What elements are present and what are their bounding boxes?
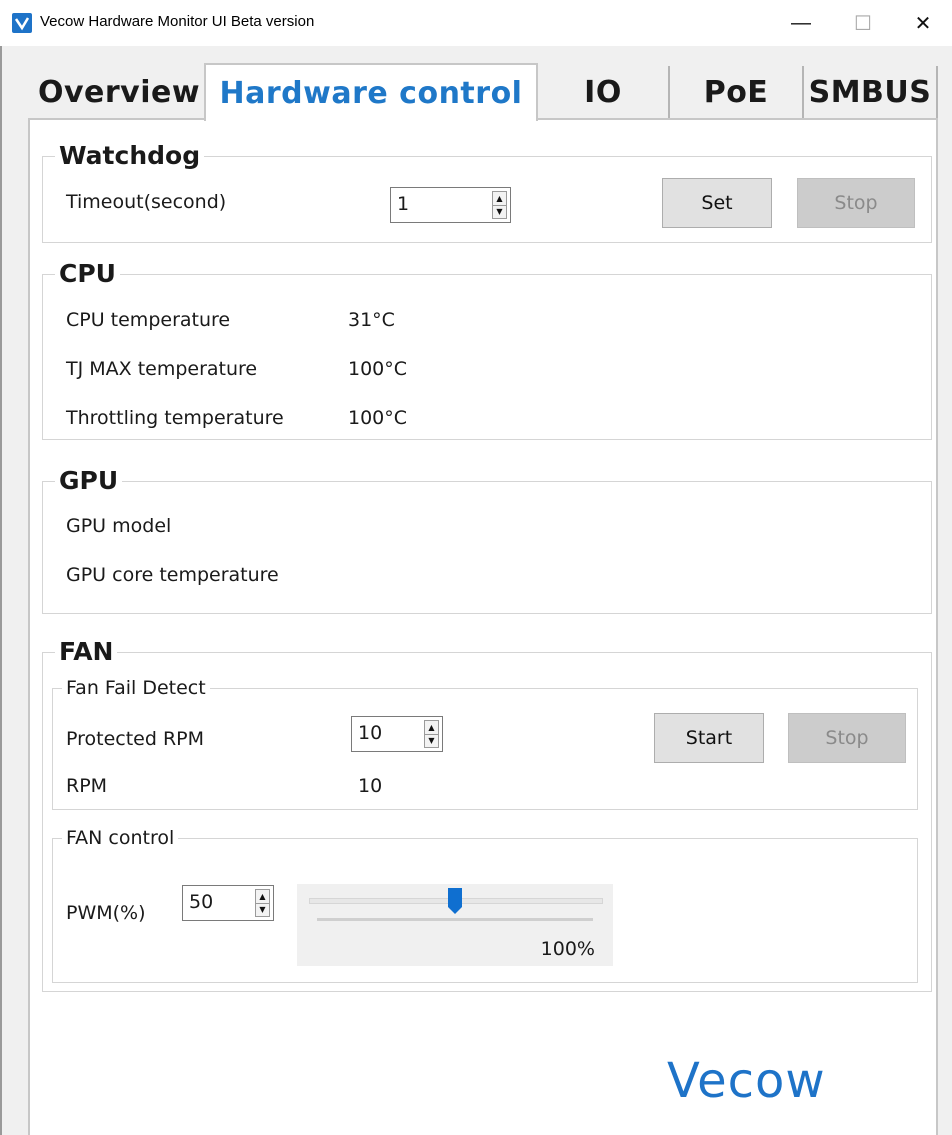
watchdog-stop-button[interactable]: Stop (797, 178, 915, 228)
vecow-logo: Vecow (667, 1053, 826, 1109)
fan-control-title: FAN control (62, 827, 179, 849)
window-border (0, 46, 2, 1135)
cpu-temperature-label: CPU temperature (66, 309, 231, 331)
timeout-spin-arrows[interactable]: ▲ ▼ (492, 191, 507, 219)
timeout-spinbox[interactable]: 1 ▲ ▼ (390, 187, 511, 223)
tab-overview[interactable]: Overview (34, 66, 204, 118)
fan-title: FAN (55, 637, 118, 667)
gpu-group (42, 481, 932, 614)
tab-poe[interactable]: PoE (670, 66, 804, 118)
spin-up-icon[interactable]: ▲ (425, 721, 438, 735)
spin-up-icon[interactable]: ▲ (493, 192, 506, 206)
gpu-model-label: GPU model (66, 515, 172, 537)
throttling-temperature-label: Throttling temperature (66, 407, 284, 429)
close-button[interactable]: ✕ (900, 0, 946, 46)
pwm-label: PWM(%) (66, 902, 146, 924)
tab-hardware-control[interactable]: Hardware control (204, 63, 538, 121)
watchdog-set-button[interactable]: Set (662, 178, 772, 228)
watchdog-title: Watchdog (55, 141, 205, 171)
fan-start-button[interactable]: Start (654, 713, 764, 763)
gpu-core-temperature-label: GPU core temperature (66, 564, 279, 586)
tab-smbus[interactable]: SMBUS (804, 66, 938, 118)
pwm-slider[interactable]: 100% (297, 884, 613, 966)
minimize-button[interactable]: — (778, 0, 824, 46)
spin-down-icon[interactable]: ▼ (493, 205, 506, 218)
timeout-label: Timeout(second) (66, 191, 227, 213)
fan-fail-detect-title: Fan Fail Detect (62, 677, 210, 699)
spin-down-icon[interactable]: ▼ (256, 903, 269, 916)
rpm-value: 10 (358, 775, 383, 797)
cpu-temperature-value: 31°C (348, 309, 395, 331)
slider-thumb[interactable] (448, 888, 462, 914)
slider-tick-bar (317, 918, 593, 921)
spin-up-icon[interactable]: ▲ (256, 890, 269, 904)
timeout-value: 1 (397, 193, 410, 215)
protected-rpm-value: 10 (358, 722, 383, 744)
maximize-button[interactable]: ☐ (840, 0, 886, 46)
protected-rpm-spin-arrows[interactable]: ▲ ▼ (424, 720, 439, 748)
protected-rpm-label: Protected RPM (66, 728, 205, 750)
fan-stop-button[interactable]: Stop (788, 713, 906, 763)
tjmax-temperature-label: TJ MAX temperature (66, 358, 258, 380)
tab-io[interactable]: IO (538, 66, 670, 118)
rpm-label: RPM (66, 775, 108, 797)
gpu-title: GPU (55, 466, 123, 496)
protected-rpm-spinbox[interactable]: 10 ▲ ▼ (351, 716, 443, 752)
cpu-title: CPU (55, 259, 120, 289)
pwm-value: 50 (189, 891, 214, 913)
pwm-spin-arrows[interactable]: ▲ ▼ (255, 889, 270, 917)
slider-value-label: 100% (540, 938, 595, 960)
pwm-spinbox[interactable]: 50 ▲ ▼ (182, 885, 274, 921)
spin-down-icon[interactable]: ▼ (425, 734, 438, 747)
throttling-temperature-value: 100°C (348, 407, 408, 429)
tjmax-temperature-value: 100°C (348, 358, 408, 380)
title-bar: Vecow Hardware Monitor UI Beta version —… (0, 0, 952, 46)
check-logo-icon (12, 13, 32, 33)
window-title: Vecow Hardware Monitor UI Beta version (40, 13, 315, 30)
